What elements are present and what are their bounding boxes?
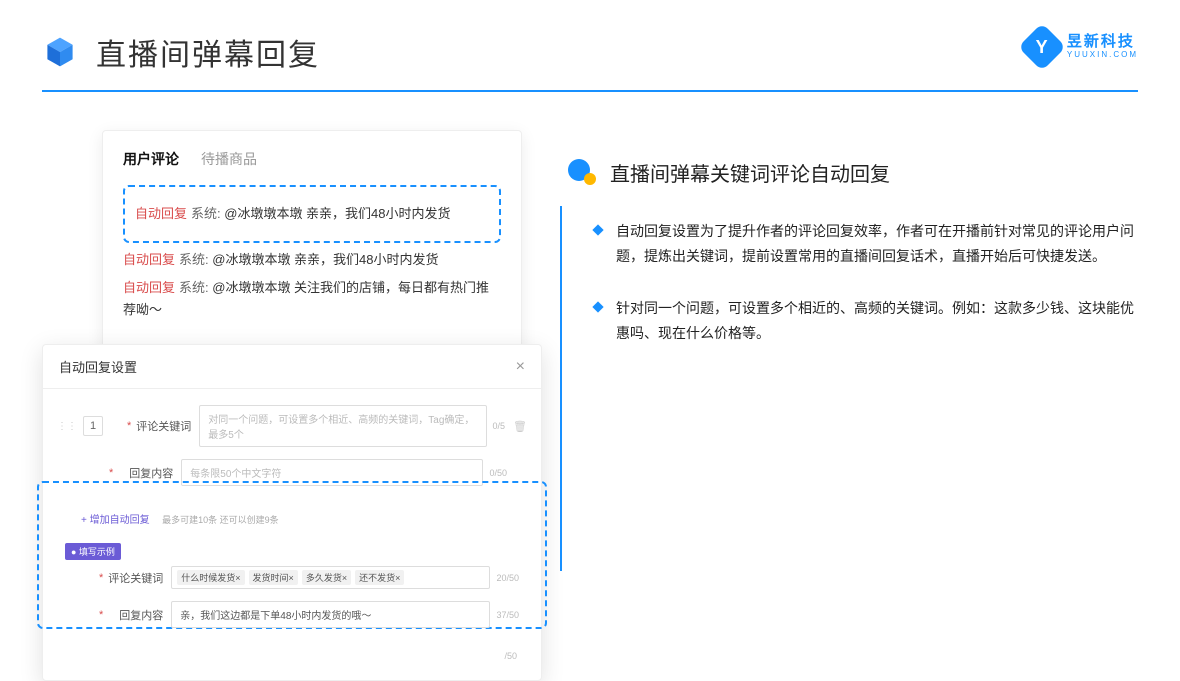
diamond-icon xyxy=(592,224,603,235)
keyword-label: 评论关键词 xyxy=(135,418,191,434)
brand-logo-block: Y 昱新科技 YUUXIN.COM xyxy=(1025,30,1138,64)
page-title: 直播间弹幕回复 xyxy=(96,30,320,74)
example-content-value: 亲，我们这边都是下单48小时内发货的哦～ xyxy=(171,601,490,628)
brand-logo-icon: Y xyxy=(1018,23,1066,71)
example-content-label: 回复内容 xyxy=(107,607,163,623)
keyword-input[interactable]: 对同一个问题，可设置多个相近、高频的关键词，Tag确定，最多5个 xyxy=(199,405,486,447)
brand-name: 昱新科技 xyxy=(1067,34,1138,51)
comment-row: 自动回复系统: @冰墩墩本墩 亲亲，我们48小时内发货 xyxy=(135,203,489,225)
cube-icon xyxy=(42,34,78,70)
add-reply-link[interactable]: + 增加自动回复 xyxy=(81,515,150,526)
rule-number: 1 xyxy=(83,416,103,436)
comment-row: 自动回复系统: @冰墩墩本墩 关注我们的店铺，每日都有热门推荐呦～ xyxy=(123,277,501,321)
diamond-icon xyxy=(592,301,603,312)
delete-icon[interactable]: 🗑 xyxy=(513,420,527,433)
content-counter: 0/50 xyxy=(489,468,507,478)
example-kw-counter: 20/50 xyxy=(496,573,519,583)
content-input[interactable]: 每条限50个中文字符 xyxy=(181,459,483,486)
close-icon[interactable]: × xyxy=(516,358,525,376)
example-keyword-tags: 什么时候发货× 发货时间× 多久发货× 还不发货× xyxy=(171,566,490,589)
tab-user-comments[interactable]: 用户评论 xyxy=(123,149,179,169)
auto-reply-settings-dialog: 自动回复设置 × ⋮⋮ 1 *评论关键词 对同一个问题，可设置多个相近、高频的关… xyxy=(42,344,542,681)
example-ct-counter: 37/50 xyxy=(496,610,519,620)
example-keyword-label: 评论关键词 xyxy=(107,570,163,586)
tab-pending-products[interactable]: 待播商品 xyxy=(201,149,257,169)
bullet-item: 针对同一个问题，可设置多个相近的、高频的关键词。例如：这款多少钱、这块能优惠吗、… xyxy=(568,296,1138,345)
add-reply-hint: 最多可建10条 还可以创建9条 xyxy=(162,515,279,525)
bullet-item: 自动回复设置为了提升作者的评论回复效率，作者可在开播前针对常见的评论用户问题，提… xyxy=(568,219,1138,268)
brand-url: YUUXIN.COM xyxy=(1067,51,1138,60)
comment-row: 自动回复系统: @冰墩墩本墩 亲亲，我们48小时内发货 xyxy=(123,249,501,271)
section-title: 直播间弹幕关键词评论自动回复 xyxy=(610,158,890,187)
example-badge: ● 填写示例 xyxy=(65,543,121,560)
content-label: 回复内容 xyxy=(117,465,173,481)
bottom-counter: /50 xyxy=(504,651,517,661)
dialog-title: 自动回复设置 xyxy=(59,357,137,376)
comments-panel: 用户评论 待播商品 自动回复系统: @冰墩墩本墩 亲亲，我们48小时内发货 自动… xyxy=(102,130,522,374)
drag-handle-icon[interactable]: ⋮⋮ xyxy=(57,421,77,432)
bubble-icon xyxy=(568,159,596,187)
highlighted-comment: 自动回复系统: @冰墩墩本墩 亲亲，我们48小时内发货 xyxy=(123,185,501,243)
keyword-counter: 0/5 xyxy=(493,421,506,431)
